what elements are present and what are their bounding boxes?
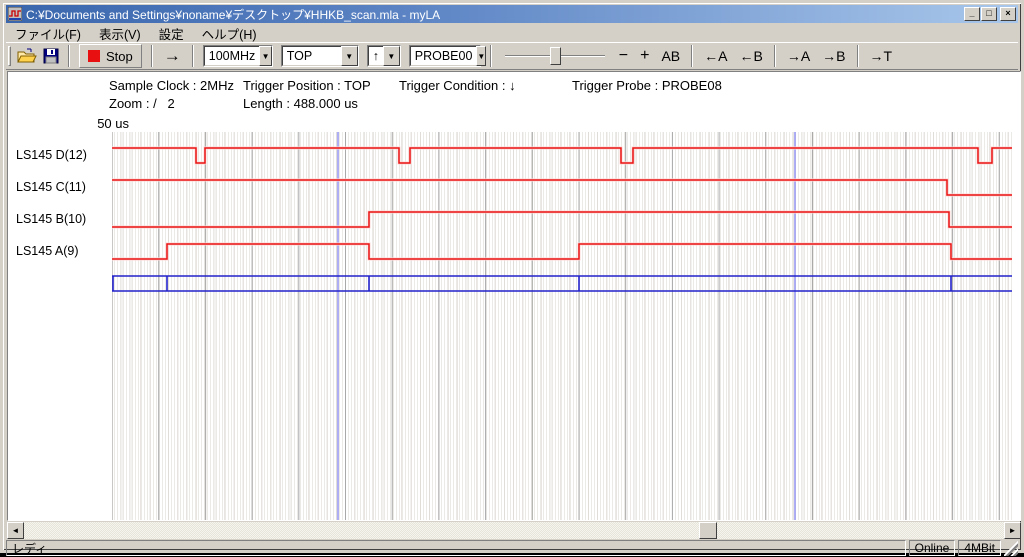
menu-bar: ファイル(F) 表示(V) 設定 ヘルプ(H) — [6, 24, 1018, 42]
horizontal-scrollbar[interactable]: ◄ ► — [7, 522, 1021, 539]
trigger-probe-combo[interactable]: PROBE00 ▼ — [409, 45, 481, 67]
menu-view[interactable]: 表示(V) — [90, 23, 150, 44]
scrollbar-thumb[interactable] — [699, 522, 717, 539]
length-info: Length : 488.000 us — [243, 96, 358, 111]
app-icon — [8, 7, 22, 21]
signal-wave-halo — [112, 212, 1012, 227]
zoom-in-button[interactable]: + — [634, 45, 655, 67]
trigger-position-value: TOP — [282, 46, 341, 66]
status-bar: レディ Online 4MBit — [6, 540, 1018, 556]
goto-a-left-button[interactable]: ←A — [698, 45, 733, 67]
signal-wave-halo — [112, 148, 1012, 163]
open-folder-icon — [17, 48, 37, 64]
sample-clock-info: Sample Clock : 2MHz — [109, 78, 234, 93]
signal-wave — [112, 244, 1012, 259]
goto-b-right-button[interactable]: →B — [816, 45, 851, 67]
toolbar-separator — [490, 45, 492, 67]
trigger-probe-info: Trigger Probe : PROBE08 — [572, 78, 722, 93]
zoom-info: Zoom : / 2 — [109, 96, 175, 111]
signal-label[interactable]: LS145 D(12) — [16, 148, 87, 164]
signal-wave-halo — [112, 180, 1012, 195]
sample-clock-value: 100MHz — [204, 46, 260, 66]
toolbar-grip[interactable] — [8, 46, 11, 66]
ab-button[interactable]: AB — [655, 45, 686, 67]
waveform-plot — [112, 132, 1012, 521]
signal-wave — [112, 180, 1012, 195]
goto-b-left-button[interactable]: ←B — [733, 45, 768, 67]
open-file-button[interactable] — [15, 45, 39, 67]
zoom-out-button[interactable]: − — [613, 45, 634, 67]
slider-thumb[interactable] — [550, 47, 561, 65]
stop-square-icon — [88, 50, 100, 62]
status-memory: 4MBit — [958, 540, 1001, 556]
title-bar[interactable]: C:¥Documents and Settings¥noname¥デスクトップ¥… — [6, 5, 1018, 23]
stop-label: Stop — [106, 49, 133, 64]
signal-label[interactable]: LS145 C(11) — [16, 180, 86, 196]
chevron-down-icon[interactable]: ▼ — [259, 46, 271, 66]
toolbar: Stop → 100MHz ▼ TOP ▼ ↑ ▼ PROBE00 ▼ − + … — [6, 42, 1018, 70]
app-window: C:¥Documents and Settings¥noname¥デスクトップ¥… — [0, 0, 1024, 553]
close-button[interactable]: × — [1000, 7, 1016, 21]
toolbar-separator — [151, 45, 153, 67]
chevron-down-icon[interactable]: ▼ — [341, 46, 358, 66]
menu-file[interactable]: ファイル(F) — [6, 23, 90, 44]
run-button[interactable]: → — [158, 45, 187, 67]
trigger-probe-value: PROBE00 — [410, 46, 477, 66]
timebase-label: 50 us — [63, 116, 129, 131]
waveform-grid[interactable] — [112, 132, 1012, 521]
toolbar-separator — [774, 45, 776, 67]
sample-clock-combo[interactable]: 100MHz ▼ — [203, 45, 273, 67]
toolbar-separator — [192, 45, 194, 67]
waveform-client-area: Sample Clock : 2MHz Trigger Position : T… — [7, 71, 1021, 521]
goto-trigger-button[interactable]: →T — [864, 45, 899, 67]
chevron-down-icon[interactable]: ▼ — [476, 46, 486, 66]
signal-label[interactable]: LS145 B(10) — [16, 212, 86, 228]
signal-label[interactable]: LS145 A(9) — [16, 244, 79, 260]
menu-help[interactable]: ヘルプ(H) — [193, 23, 266, 44]
maximize-button[interactable]: □ — [981, 7, 997, 21]
toolbar-separator — [857, 45, 859, 67]
minimize-button[interactable]: _ — [964, 7, 980, 21]
signal-wave-halo — [112, 244, 1012, 259]
menu-settings[interactable]: 設定 — [150, 23, 193, 44]
chevron-down-icon[interactable]: ▼ — [383, 46, 400, 66]
save-file-button[interactable] — [39, 45, 63, 67]
trigger-condition-info: Trigger Condition : ↓ — [399, 78, 516, 93]
window-title: C:¥Documents and Settings¥noname¥デスクトップ¥… — [26, 6, 963, 23]
signal-wave — [112, 148, 1012, 163]
trigger-edge-value: ↑ — [368, 46, 383, 66]
resize-grip[interactable] — [1004, 540, 1018, 556]
status-ready: レディ — [6, 540, 906, 556]
status-online: Online — [909, 540, 956, 556]
goto-a-right-button[interactable]: →A — [781, 45, 816, 67]
trigger-position-combo[interactable]: TOP ▼ — [281, 45, 359, 67]
trigger-edge-combo[interactable]: ↑ ▼ — [367, 45, 401, 67]
toolbar-separator — [691, 45, 693, 67]
save-floppy-icon — [43, 48, 59, 64]
trigger-position-info: Trigger Position : TOP — [243, 78, 371, 93]
scroll-right-icon[interactable]: ► — [1004, 522, 1021, 539]
stop-button[interactable]: Stop — [79, 44, 142, 68]
zoom-slider[interactable] — [505, 45, 605, 67]
toolbar-separator — [68, 45, 70, 67]
signal-wave — [112, 212, 1012, 227]
scroll-left-icon[interactable]: ◄ — [7, 522, 24, 539]
